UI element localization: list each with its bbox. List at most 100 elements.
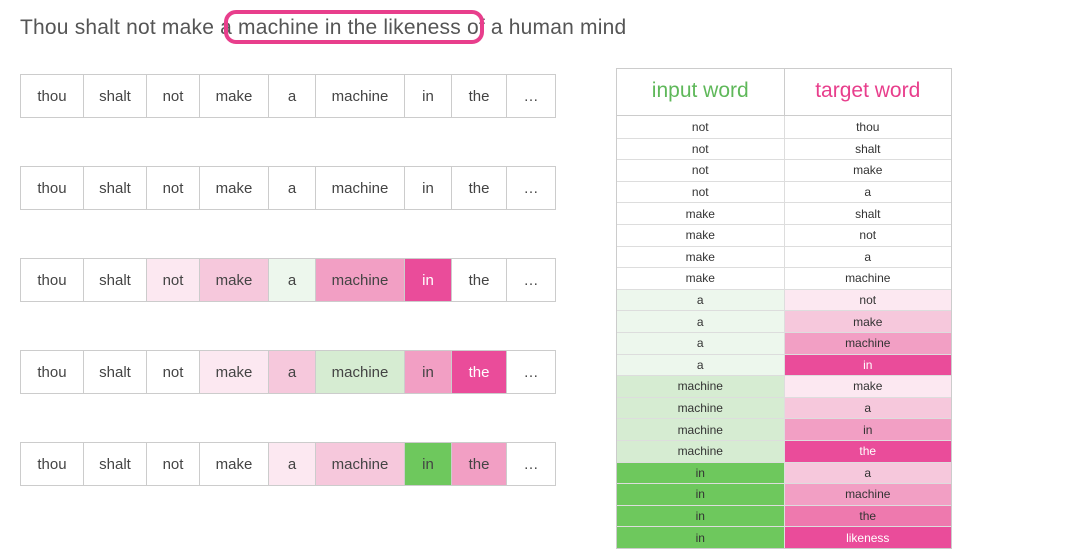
token-cell: a xyxy=(268,74,316,118)
token-cell: in xyxy=(404,166,452,210)
pair-row: amachine xyxy=(617,332,951,354)
token-cell: shalt xyxy=(83,442,147,486)
pair-target: not xyxy=(785,289,952,311)
pair-input: make xyxy=(617,224,785,246)
pair-input: a xyxy=(617,354,785,376)
pair-input: in xyxy=(617,462,785,484)
token-text: the xyxy=(469,272,490,289)
pair-target: a xyxy=(785,397,952,419)
pair-row: makenot xyxy=(617,224,951,246)
token-text: a xyxy=(288,272,296,289)
token-text: shalt xyxy=(99,456,131,473)
pair-input: in xyxy=(617,505,785,527)
token-cell: the xyxy=(451,166,507,210)
pair-target: make xyxy=(785,159,952,181)
target-word-header: target word xyxy=(785,69,952,116)
token-text: make xyxy=(216,88,253,105)
token-row: thoushaltnotmakeamachineinthe… xyxy=(20,74,556,118)
pair-target: shalt xyxy=(785,138,952,160)
token-cell: shalt xyxy=(83,166,147,210)
token-text: a xyxy=(288,364,296,381)
pair-input: make xyxy=(617,202,785,224)
pair-row: notshalt xyxy=(617,138,951,160)
pair-row: ain xyxy=(617,354,951,376)
pair-input: not xyxy=(617,138,785,160)
token-text: the xyxy=(469,88,490,105)
pair-target: machine xyxy=(785,267,952,289)
token-text: shalt xyxy=(99,272,131,289)
token-text: not xyxy=(163,272,184,289)
pair-target: machine xyxy=(785,483,952,505)
pair-row: notthou xyxy=(617,116,951,138)
token-text: … xyxy=(524,456,539,473)
token-cell: not xyxy=(146,442,200,486)
pair-input: in xyxy=(617,526,785,548)
token-text: thou xyxy=(37,456,66,473)
token-text: the xyxy=(469,364,490,381)
pair-row: nota xyxy=(617,181,951,203)
pair-input: make xyxy=(617,267,785,289)
pair-row: ina xyxy=(617,462,951,484)
token-text: shalt xyxy=(99,88,131,105)
token-text: machine xyxy=(332,456,389,473)
pair-target: a xyxy=(785,462,952,484)
token-text: thou xyxy=(37,272,66,289)
token-text: in xyxy=(422,272,434,289)
pair-input: a xyxy=(617,332,785,354)
token-text: … xyxy=(524,180,539,197)
token-cell: a xyxy=(268,442,316,486)
token-cell: the xyxy=(451,350,507,394)
pair-target: in xyxy=(785,354,952,376)
pair-input: machine xyxy=(617,397,785,419)
token-text: shalt xyxy=(99,180,131,197)
pair-input: not xyxy=(617,181,785,203)
token-row: thou shalt notmake a machine inthe … xyxy=(20,442,556,486)
token-cell: … xyxy=(506,74,556,118)
token-cell: machine xyxy=(315,350,405,394)
token-text: in xyxy=(422,364,434,381)
pair-input: a xyxy=(617,310,785,332)
token-cell: not xyxy=(146,166,200,210)
token-cell: in xyxy=(404,442,452,486)
pair-row: amake xyxy=(617,310,951,332)
token-text: machine xyxy=(332,272,389,289)
token-text: … xyxy=(524,272,539,289)
pair-target: thou xyxy=(785,116,952,138)
pairs-table: input word target word notthounotshaltno… xyxy=(616,68,952,549)
pair-target: make xyxy=(785,375,952,397)
token-rows: thoushaltnotmakeamachineinthe…thoushaltn… xyxy=(20,74,556,486)
token-text: a xyxy=(288,456,296,473)
token-cell: shalt xyxy=(83,74,147,118)
token-text: a xyxy=(288,180,296,197)
token-cell: machine xyxy=(315,74,405,118)
token-text: thou xyxy=(37,364,66,381)
pair-row: inthe xyxy=(617,505,951,527)
token-cell: machine xyxy=(315,442,405,486)
token-cell: a xyxy=(268,166,316,210)
token-text: … xyxy=(524,364,539,381)
token-cell: shalt xyxy=(83,258,147,302)
pair-target: make xyxy=(785,310,952,332)
pair-target: not xyxy=(785,224,952,246)
pair-row: makea xyxy=(617,246,951,268)
token-cell: thou xyxy=(20,166,84,210)
token-text: machine xyxy=(332,364,389,381)
token-cell: in xyxy=(404,258,452,302)
pair-target: the xyxy=(785,440,952,462)
token-text: a xyxy=(288,88,296,105)
token-cell: machine xyxy=(315,166,405,210)
token-cell: the xyxy=(451,442,507,486)
token-cell: not xyxy=(146,258,200,302)
token-cell: thou xyxy=(20,258,84,302)
token-text: machine xyxy=(332,180,389,197)
pair-input: in xyxy=(617,483,785,505)
token-text: make xyxy=(216,456,253,473)
pair-input: a xyxy=(617,289,785,311)
token-text: make xyxy=(216,180,253,197)
pair-row: machinein xyxy=(617,418,951,440)
pair-input: machine xyxy=(617,375,785,397)
pair-row: makemachine xyxy=(617,267,951,289)
token-cell: the xyxy=(451,258,507,302)
pair-row: machinemake xyxy=(617,375,951,397)
pair-input: make xyxy=(617,246,785,268)
